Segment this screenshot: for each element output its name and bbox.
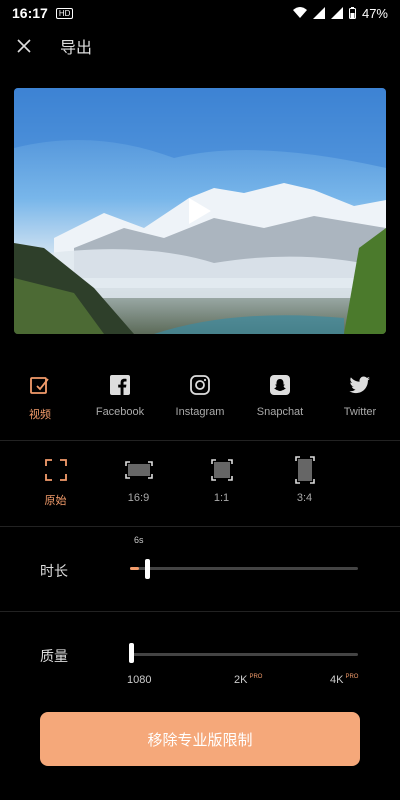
share-item-label: Instagram bbox=[175, 406, 225, 418]
share-item-label: 视频 bbox=[29, 409, 51, 421]
ratio-16-9-icon bbox=[124, 461, 153, 479]
status-bar: 16:17 HD 47% bbox=[0, 0, 400, 26]
divider bbox=[0, 440, 400, 441]
ratio-label: 1:1 bbox=[213, 492, 230, 504]
duration-value: 6s bbox=[134, 535, 144, 545]
instagram-icon bbox=[190, 375, 210, 395]
snapchat-icon bbox=[270, 375, 290, 395]
remove-pro-limits-button[interactable]: 移除专业版限制 bbox=[40, 712, 360, 766]
ratio-label: 16:9 bbox=[127, 492, 150, 504]
share-item-twitter[interactable]: Twitter bbox=[320, 372, 400, 424]
duration-slider[interactable] bbox=[130, 567, 358, 570]
share-item-video[interactable]: 视频 bbox=[0, 372, 80, 424]
aspect-ratio-options: 原始 16:9 1:1 3:4 bbox=[0, 456, 400, 510]
share-item-label: Snapchat bbox=[256, 406, 304, 418]
duration-label: 时长 bbox=[40, 563, 68, 579]
ratio-1-1[interactable]: 1:1 bbox=[180, 456, 263, 510]
share-item-instagram[interactable]: Instagram bbox=[160, 372, 240, 424]
play-icon[interactable] bbox=[187, 196, 213, 226]
share-item-label: Facebook bbox=[95, 406, 145, 418]
original-ratio-icon bbox=[44, 459, 67, 481]
close-icon bbox=[17, 39, 31, 53]
share-item-snapchat[interactable]: Snapchat bbox=[240, 372, 320, 424]
ratio-3-4[interactable]: 3:4 bbox=[263, 456, 346, 510]
facebook-icon bbox=[110, 375, 130, 395]
video-edit-icon bbox=[30, 377, 49, 394]
duration-slider-fill bbox=[130, 567, 139, 570]
page-title: 导出 bbox=[60, 40, 93, 57]
duration-slider-thumb[interactable] bbox=[145, 559, 150, 579]
ratio-label: 3:4 bbox=[296, 492, 313, 504]
ratio-1-1-icon bbox=[210, 459, 233, 481]
top-bar: 导出 bbox=[0, 26, 400, 66]
quality-label: 质量 bbox=[40, 648, 68, 664]
video-preview[interactable] bbox=[14, 88, 386, 334]
signal-icon-2 bbox=[330, 7, 343, 19]
ratio-16-9[interactable]: 16:9 bbox=[97, 456, 180, 510]
ratio-original[interactable]: 原始 bbox=[14, 456, 97, 510]
divider bbox=[0, 611, 400, 612]
hd-badge: HD bbox=[55, 7, 74, 19]
ratio-label: 原始 bbox=[44, 495, 67, 507]
quality-tick-2k: 2K PRO bbox=[234, 674, 263, 686]
battery-percent: 47% bbox=[361, 5, 388, 21]
pro-badge: PRO bbox=[249, 674, 263, 681]
share-item-label: Twitter bbox=[343, 406, 377, 418]
quality-tick-1080: 1080 bbox=[127, 674, 152, 686]
wifi-icon bbox=[292, 7, 307, 18]
pro-badge: PRO bbox=[345, 674, 359, 681]
signal-icon bbox=[312, 7, 325, 19]
status-time: 16:17 bbox=[12, 5, 48, 21]
ratio-3-4-icon bbox=[294, 456, 315, 484]
share-item-facebook[interactable]: Facebook bbox=[80, 372, 160, 424]
twitter-icon bbox=[349, 376, 370, 394]
status-right: 47% bbox=[292, 5, 388, 21]
divider bbox=[0, 526, 400, 527]
quality-tick-4k: 4K PRO bbox=[330, 674, 359, 686]
quality-slider-thumb[interactable] bbox=[129, 643, 134, 663]
close-button[interactable] bbox=[2, 26, 46, 66]
battery-icon bbox=[348, 7, 356, 19]
share-targets: 视频 Facebook Instagram Snapchat Twitter bbox=[0, 372, 400, 424]
quality-slider[interactable] bbox=[130, 653, 358, 656]
